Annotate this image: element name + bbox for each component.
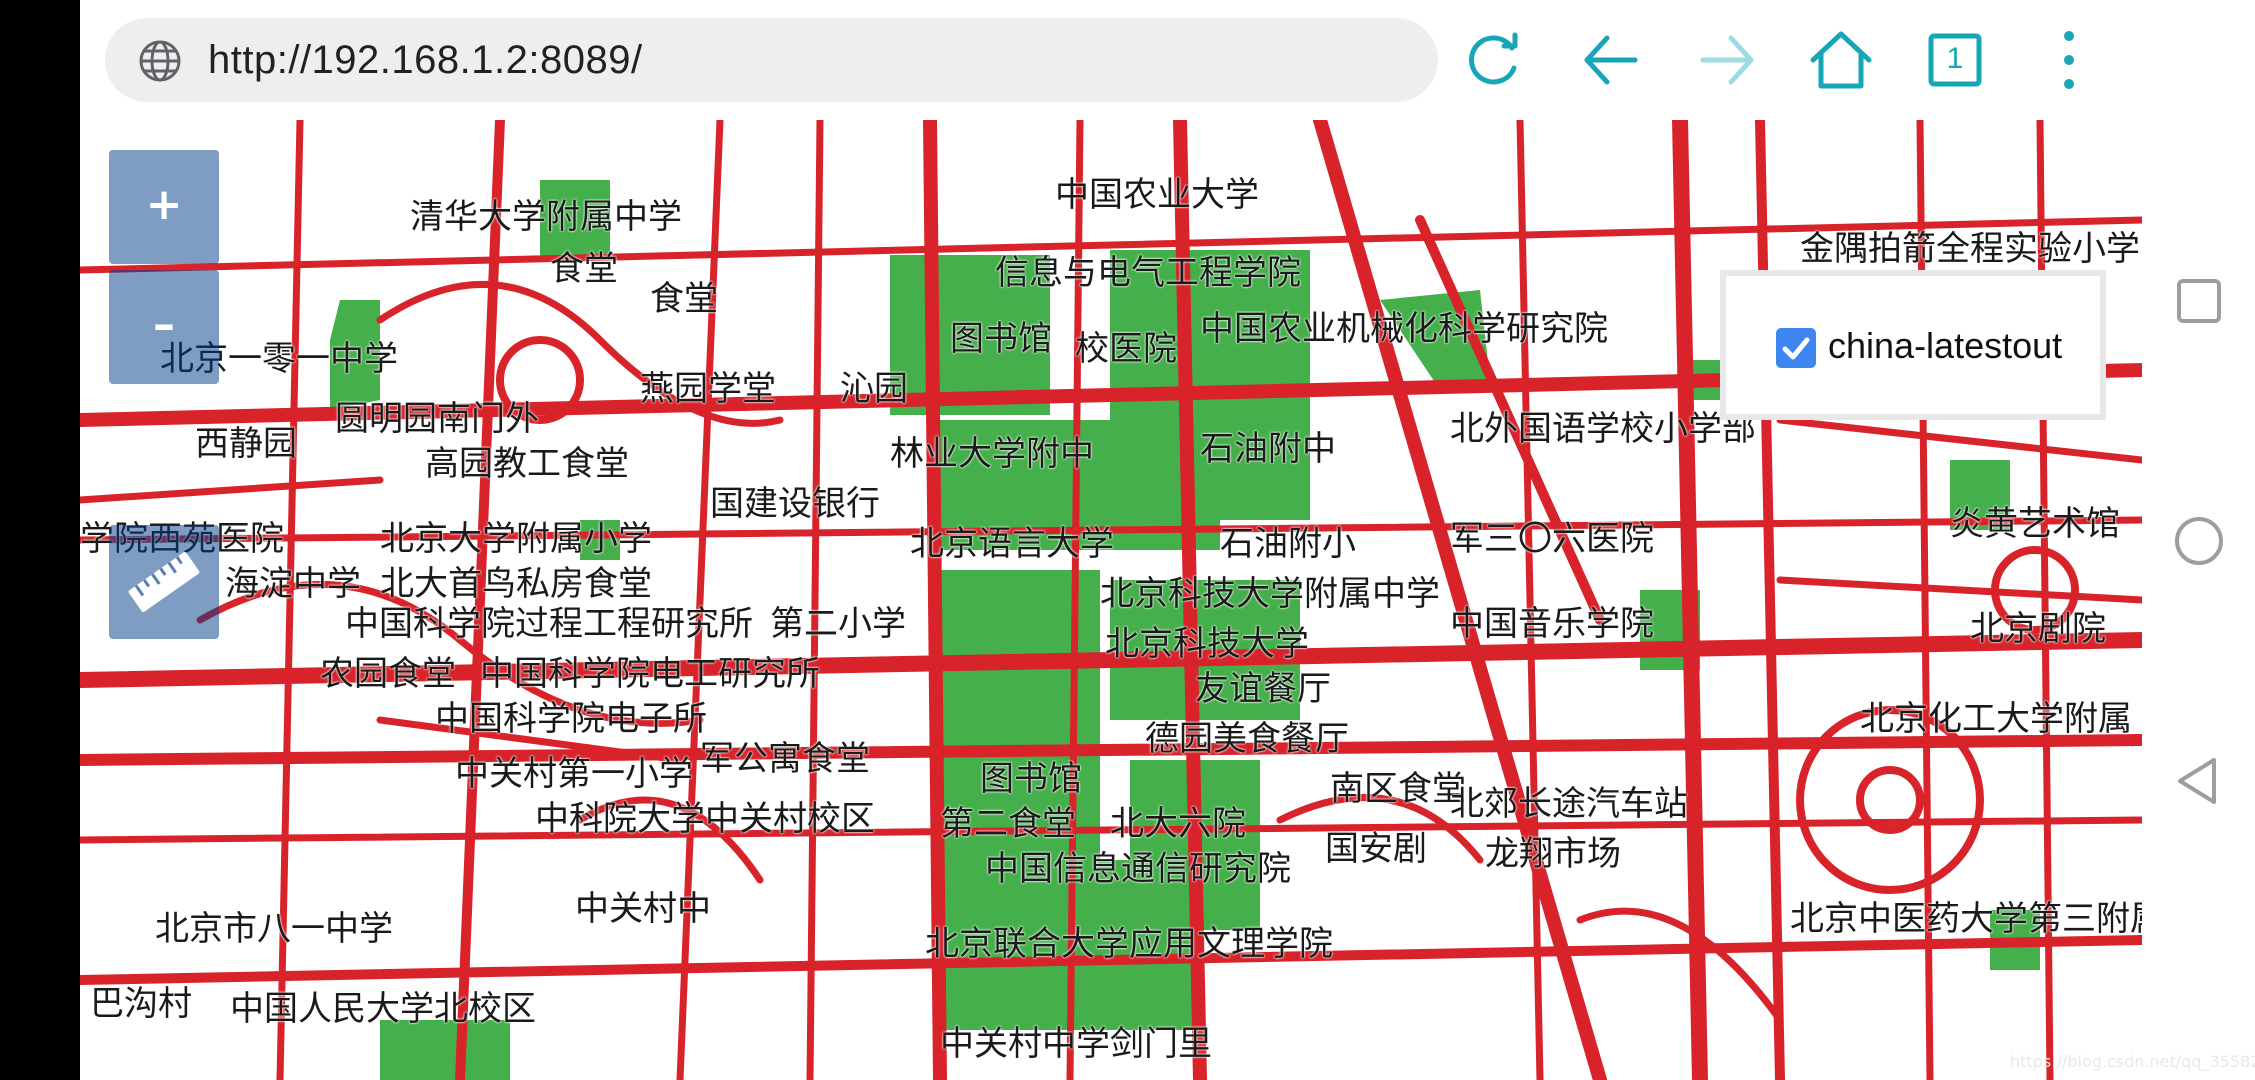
tab-counter-icon[interactable]: 1 [1921, 26, 1989, 94]
map-label: 中国科学院过程工程研究所 [345, 604, 753, 644]
map-label: 军三〇六医院 [1450, 519, 1654, 559]
map-label: 北外国语学校小学部 [1450, 409, 1756, 449]
map-label: 国建设银行 [710, 484, 880, 524]
map-label: 食堂 [550, 249, 618, 289]
map-label: 圆明园南门外 [335, 399, 539, 439]
globe-icon [139, 40, 181, 82]
map-label: 金隅拍箭全程实验小学 [1800, 229, 2140, 269]
map-label: 北京市八一中学 [155, 909, 393, 949]
map-label: 南区食堂 [1330, 769, 1466, 809]
address-bar[interactable]: http://192.168.1.2:8089/ [105, 18, 1438, 102]
map-label: 第二小学 [770, 604, 906, 644]
measure-button[interactable] [109, 525, 219, 639]
browser-toolbar: http://192.168.1.2:8089/ 1 [80, 0, 2142, 120]
zoom-control: + – [109, 150, 219, 386]
map-label: 沁园 [840, 369, 908, 409]
map-label: 北郊长途汽车站 [1450, 784, 1688, 824]
map-label: 北京语言大学 [910, 524, 1114, 564]
map-label: 北京大学附属小学 [380, 519, 652, 559]
map-label: 北京化工大学附属 [1860, 699, 2132, 739]
map-label: 北京科技大学附属中学 [1100, 574, 1440, 614]
map-label: 德园美食餐厅 [1145, 719, 1349, 759]
browser-window: http://192.168.1.2:8089/ 1 中国农业大学 清华大学附属… [80, 0, 2142, 1080]
recents-square-icon[interactable] [2170, 272, 2228, 330]
watermark-text: https://blog.csdn.net/qq_35582645 [2010, 1052, 2255, 1071]
map-label: 北京中医药大学第三附属 [1790, 899, 2142, 939]
back-icon[interactable] [1577, 26, 1645, 94]
home-circle-icon[interactable] [2170, 512, 2228, 570]
url-text[interactable]: http://192.168.1.2:8089/ [208, 37, 643, 83]
layer-switcher-panel: china-latestout [1720, 270, 2106, 420]
checkmark-icon [1782, 337, 1810, 360]
map-label: 龙翔市场 [1485, 834, 1621, 874]
map-label: 西静园 [195, 424, 297, 464]
map-label: 国安剧 [1325, 829, 1427, 869]
map-label: 北京联合大学应用文理学院 [925, 924, 1333, 964]
layer-checkbox[interactable] [1776, 328, 1816, 368]
system-nav-bar [2142, 0, 2255, 1080]
map-label: 石油附中 [1200, 429, 1336, 469]
map-label: 中关村第一小学 [455, 754, 693, 794]
map-label: 中关村中学剑门里 [940, 1024, 1212, 1064]
map-label: 第二食堂 [940, 804, 1076, 844]
map-label: 中国音乐学院 [1450, 604, 1654, 644]
map-label: 中科院大学中关村校区 [535, 799, 875, 839]
map-label: 中国科学院电子所 [435, 699, 707, 739]
map-label: 中国农业大学 [1055, 175, 1259, 215]
ruler-icon [128, 552, 200, 612]
map-label: 友谊餐厅 [1195, 669, 1331, 709]
map-label: 中国人民大学北校区 [230, 989, 536, 1029]
map-label: 军公寓食堂 [700, 739, 870, 779]
map-label: 石油附小 [1220, 524, 1356, 564]
map-label: 北京科技大学 [1105, 624, 1309, 664]
map-label: 北大首鸟私房食堂 [380, 564, 652, 604]
map-label: 海淀中学 [225, 564, 361, 604]
map-label: 图书馆 [980, 759, 1082, 799]
map-label: 信息与电气工程学院 [995, 253, 1301, 293]
tab-count: 1 [1946, 42, 1964, 75]
more-vert-icon[interactable] [2035, 26, 2103, 94]
map-label: 中国农业机械化科学研究院 [1200, 309, 1608, 349]
map-label: 食堂 [650, 279, 718, 319]
map-label: 清华大学附属中学 [410, 197, 682, 237]
zoom-out-button[interactable]: – [109, 270, 219, 384]
map-label: 炎黄艺术馆 [1950, 504, 2120, 544]
layer-label[interactable]: china-latestout [1828, 323, 2062, 369]
home-icon[interactable] [1807, 26, 1875, 94]
reload-icon[interactable] [1460, 26, 1528, 94]
map-label: 北京剧院 [1970, 609, 2106, 649]
map-label: 林业大学附中 [890, 434, 1094, 474]
screen-left-band [0, 0, 80, 1080]
map-label: 图书馆 [950, 319, 1052, 359]
map-label: 北大六院 [1110, 804, 1246, 844]
map-label: 巴沟村 [90, 984, 192, 1024]
map-canvas[interactable]: 中国农业大学 清华大学附属中学 食堂 食堂 信息与电气工程学院 金隅拍箭全程实验… [80, 120, 2142, 1080]
forward-icon[interactable] [1693, 26, 1761, 94]
map-label: 中国科学院电工研究所 [480, 654, 820, 694]
back-triangle-icon[interactable] [2170, 752, 2228, 810]
map-label: 燕园学堂 [640, 369, 776, 409]
map-label: 中关村中 [575, 889, 711, 929]
map-label: 农园食堂 [320, 654, 456, 694]
map-label: 高园教工食堂 [425, 444, 629, 484]
map-label: 中国信息通信研究院 [985, 849, 1291, 889]
zoom-in-button[interactable]: + [109, 150, 219, 264]
map-label: 校医院 [1075, 329, 1177, 369]
